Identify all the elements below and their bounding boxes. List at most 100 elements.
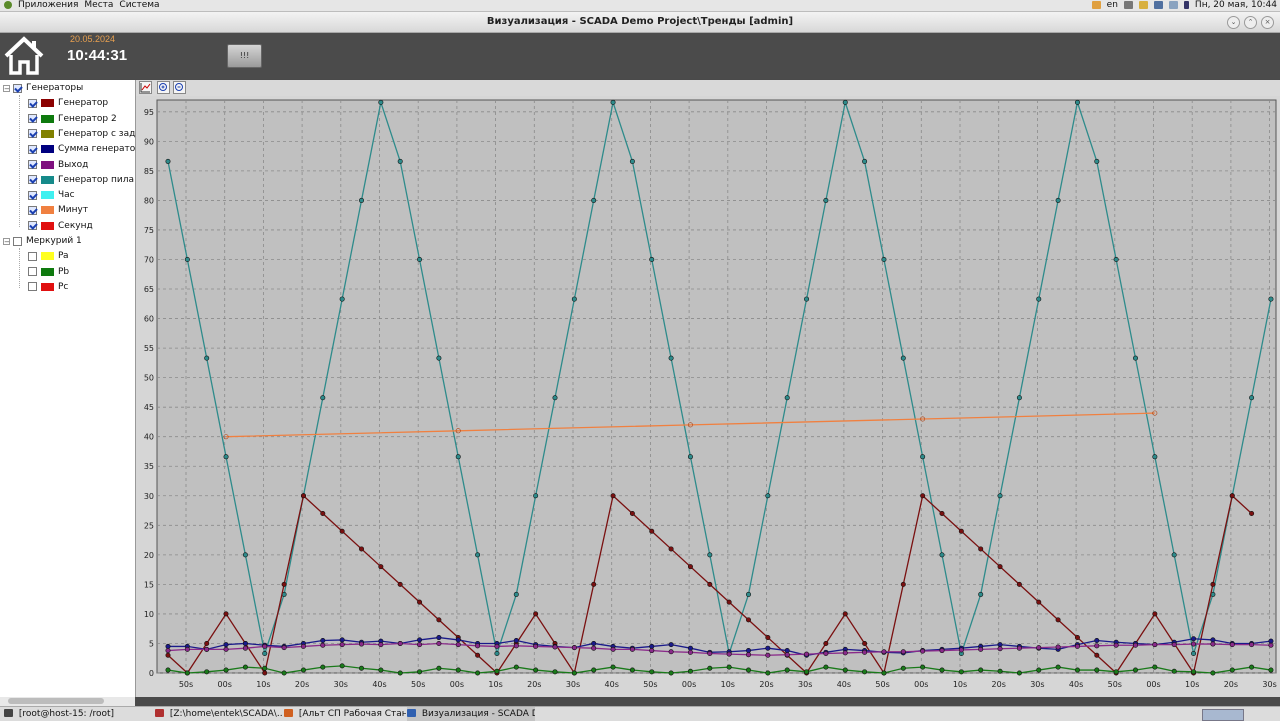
data-point xyxy=(687,564,693,570)
series-checkbox[interactable] xyxy=(28,267,37,277)
tree-group-0[interactable]: − Генераторы xyxy=(3,81,83,95)
x-tick-label: 40s xyxy=(837,680,851,689)
volume-icon[interactable] xyxy=(1123,1,1133,9)
data-point xyxy=(223,646,229,652)
group-checkbox[interactable] xyxy=(13,83,22,93)
alarm-button[interactable]: !!! xyxy=(227,44,262,68)
system-clock[interactable]: Пн, 20 мая, 10:44 xyxy=(1195,0,1277,10)
data-point xyxy=(900,581,906,587)
tree-item[interactable]: Выход xyxy=(28,158,88,172)
notes-icon[interactable] xyxy=(1091,1,1101,9)
series-checkbox[interactable] xyxy=(28,282,37,292)
distro-logo-icon[interactable] xyxy=(4,1,12,9)
tree-item[interactable]: Секунд xyxy=(28,219,93,233)
taskbar-task-terminal[interactable]: [root@host-15: /root] xyxy=(4,707,154,721)
taskbar-task-file-manager[interactable]: [Z:\home\entek\SCADA\... xyxy=(155,707,283,721)
tree-item[interactable]: Генератор xyxy=(28,96,108,110)
y-tick-label: 15 xyxy=(144,580,154,589)
data-point xyxy=(920,648,926,654)
series-color-swatch xyxy=(41,175,54,184)
chart-settings-icon[interactable] xyxy=(139,81,152,94)
trend-chart-svg[interactable]: 0 5 10 15 20 25 30 35 40 45 50 55 60 65 70 75 80 85 90 95 50… xyxy=(136,96,1280,697)
series-checkbox[interactable] xyxy=(28,114,37,124)
x-tick-label: 30s xyxy=(798,680,812,689)
series-checkbox[interactable] xyxy=(28,175,37,185)
taskbar-task-scada[interactable]: Визуализация - SCADA D... xyxy=(407,707,535,721)
series-checkbox[interactable] xyxy=(28,160,37,169)
tree-item[interactable]: Час xyxy=(28,188,75,202)
data-point xyxy=(378,667,384,673)
tree-item[interactable]: Минут xyxy=(28,203,88,217)
wine-icon xyxy=(155,709,164,717)
tree-item[interactable]: Генератор 2 xyxy=(28,112,117,126)
folder-icon[interactable] xyxy=(1138,1,1148,9)
task-label: [Альт СП Рабочая Станц... xyxy=(298,709,406,719)
window-titlebar[interactable]: Визуализация - SCADA Demo Project\Тренды… xyxy=(0,12,1280,33)
tree-item[interactable]: Генератор с задер xyxy=(28,127,135,141)
series-checkbox[interactable] xyxy=(28,190,37,200)
data-point xyxy=(359,546,365,552)
keyboard-layout-indicator[interactable]: en xyxy=(1107,0,1118,10)
data-point xyxy=(165,643,171,649)
menu-system[interactable]: Система xyxy=(119,0,159,10)
data-point xyxy=(649,648,655,654)
tree-group-1[interactable]: − Меркурий 1 xyxy=(3,234,82,248)
data-point xyxy=(494,668,500,674)
taskbar-task-workstation[interactable]: [Альт СП Рабочая Станц... xyxy=(284,707,406,721)
menu-applications[interactable]: Приложения xyxy=(18,0,78,10)
menu-places[interactable]: Места xyxy=(84,0,113,10)
series-color-swatch xyxy=(41,252,54,261)
series-label: Выход xyxy=(58,159,89,170)
data-point xyxy=(939,667,945,673)
network-icon[interactable] xyxy=(1153,1,1163,9)
tree-item[interactable]: Генератор пила 0- xyxy=(28,173,135,187)
x-tick-label: 20s xyxy=(1224,680,1238,689)
data-point xyxy=(881,649,887,655)
sidebar-horizontal-scrollbar[interactable] xyxy=(0,697,135,706)
close-window-icon[interactable]: × xyxy=(1261,16,1274,29)
data-point xyxy=(1152,642,1158,648)
series-checkbox[interactable] xyxy=(28,144,37,154)
series-checkbox[interactable] xyxy=(28,205,37,215)
trend-chart[interactable]: 0 5 10 15 20 25 30 35 40 45 50 55 60 65 70 75 80 85 90 95 50… xyxy=(136,96,1280,697)
data-point xyxy=(1191,651,1197,657)
data-point xyxy=(978,546,984,552)
tree-item[interactable]: Pc xyxy=(28,280,68,294)
data-point xyxy=(1016,645,1022,651)
update-icon[interactable] xyxy=(1168,1,1178,9)
minimize-window-icon[interactable]: ⌄ xyxy=(1227,16,1240,29)
series-checkbox[interactable] xyxy=(28,98,37,108)
series-checkbox[interactable] xyxy=(28,221,37,231)
series-label: Секунд xyxy=(58,220,93,231)
data-point xyxy=(436,355,442,361)
home-button[interactable] xyxy=(3,36,45,76)
collapse-icon[interactable]: − xyxy=(3,84,10,92)
scrollbar-thumb[interactable] xyxy=(8,698,104,704)
battery-icon[interactable] xyxy=(1183,1,1189,9)
series-checkbox[interactable] xyxy=(28,129,37,139)
data-point xyxy=(997,646,1003,652)
collapse-icon[interactable]: − xyxy=(3,237,10,245)
data-point xyxy=(320,511,326,517)
group-checkbox[interactable] xyxy=(13,236,22,246)
maximize-window-icon[interactable]: ⌃ xyxy=(1244,16,1257,29)
data-point xyxy=(997,493,1003,499)
data-point xyxy=(784,395,790,401)
workspace-switcher[interactable] xyxy=(1202,709,1244,721)
y-tick-label: 35 xyxy=(144,462,154,471)
series-color-swatch xyxy=(41,282,54,291)
x-tick-label: 50s xyxy=(411,680,425,689)
data-point xyxy=(1132,667,1138,673)
series-color-swatch xyxy=(41,129,54,138)
data-point xyxy=(339,637,345,643)
data-point xyxy=(745,648,751,654)
tree-item[interactable]: Pb xyxy=(28,265,69,279)
data-point xyxy=(726,664,732,670)
zoom-in-icon[interactable] xyxy=(157,81,170,94)
data-point xyxy=(1191,636,1197,642)
zoom-out-icon[interactable] xyxy=(173,81,186,94)
data-point xyxy=(397,581,403,587)
tree-item[interactable]: Pa xyxy=(28,249,69,263)
series-checkbox[interactable] xyxy=(28,251,37,261)
tree-item[interactable]: Сумма генераторо xyxy=(28,142,135,156)
